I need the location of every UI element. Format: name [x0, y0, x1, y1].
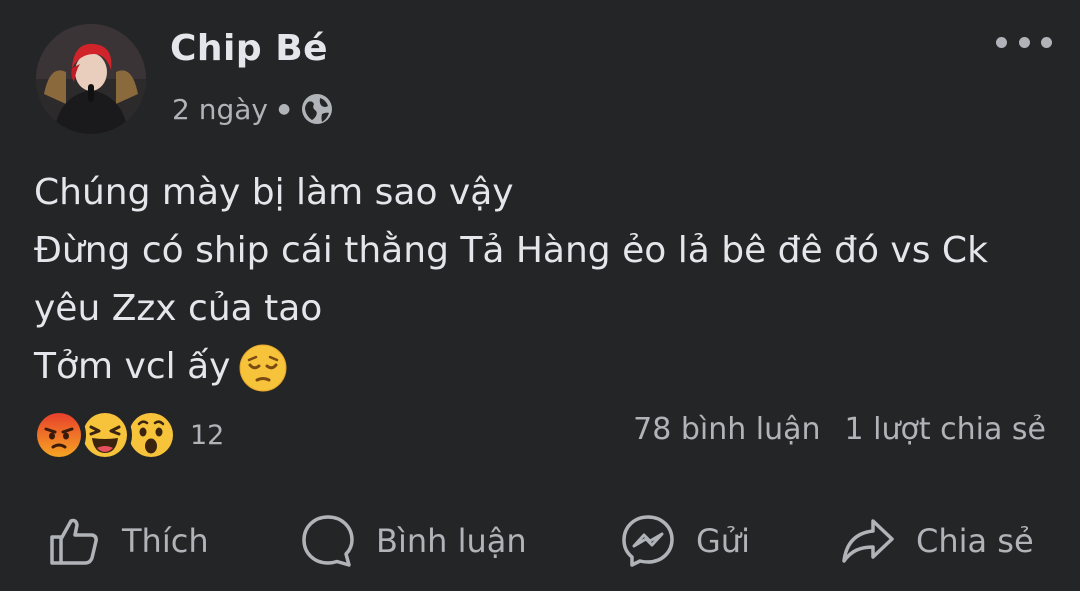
- share-arrow-icon: [840, 513, 896, 569]
- send-button-label: Gửi: [696, 522, 750, 560]
- post-text-last-line: Tởm vcl ấy: [34, 338, 1054, 396]
- author-name[interactable]: Chip Bé: [170, 28, 328, 69]
- comment-button-label: Bình luận: [376, 522, 527, 560]
- post-text-line: Đừng có ship cái thằng Tả Hàng ẻo lả bê …: [34, 230, 988, 271]
- shares-count-link[interactable]: 1 lượt chia sẻ: [845, 412, 1046, 447]
- post-text-line: Tởm vcl ấy: [34, 346, 231, 387]
- messenger-icon: [620, 513, 676, 569]
- post-action-bar: Thích Bình luận Gửi Chia sẻ: [0, 505, 1080, 577]
- post-card: Chip Bé 2 ngày ● Chúng mày bị làm sao vậ…: [0, 0, 1080, 591]
- comment-button[interactable]: Bình luận: [300, 505, 527, 577]
- angry-reaction-icon: [32, 408, 86, 462]
- share-button[interactable]: Chia sẻ: [840, 505, 1034, 577]
- comments-count-link[interactable]: 78 bình luận: [633, 412, 820, 447]
- author-avatar[interactable]: [36, 24, 146, 134]
- share-button-label: Chia sẻ: [916, 522, 1034, 560]
- like-button[interactable]: Thích: [46, 505, 209, 577]
- meta-separator: ●: [277, 101, 291, 117]
- send-button[interactable]: Gửi: [620, 505, 750, 577]
- post-stats: 78 bình luận 1 lượt chia sẻ: [633, 412, 1046, 447]
- pensive-face-icon: [238, 343, 288, 393]
- wow-reaction-icon: [124, 408, 178, 462]
- like-button-label: Thích: [122, 522, 209, 560]
- post-meta: 2 ngày ●: [172, 92, 334, 126]
- more-options-icon[interactable]: [996, 30, 1052, 54]
- post-time[interactable]: 2 ngày: [172, 93, 268, 126]
- reaction-count: 12: [190, 419, 225, 451]
- reactions-summary[interactable]: 12: [32, 408, 224, 462]
- comment-bubble-icon: [300, 513, 356, 569]
- thumbs-up-icon: [46, 513, 102, 569]
- post-text-line: Chúng mày bị làm sao vậy: [34, 172, 514, 213]
- globe-icon[interactable]: [300, 92, 334, 126]
- haha-reaction-icon: [78, 408, 132, 462]
- post-text: Chúng mày bị làm sao vậy Đừng có ship cá…: [34, 164, 1054, 396]
- post-text-line: yêu Zzx của tao: [34, 288, 323, 329]
